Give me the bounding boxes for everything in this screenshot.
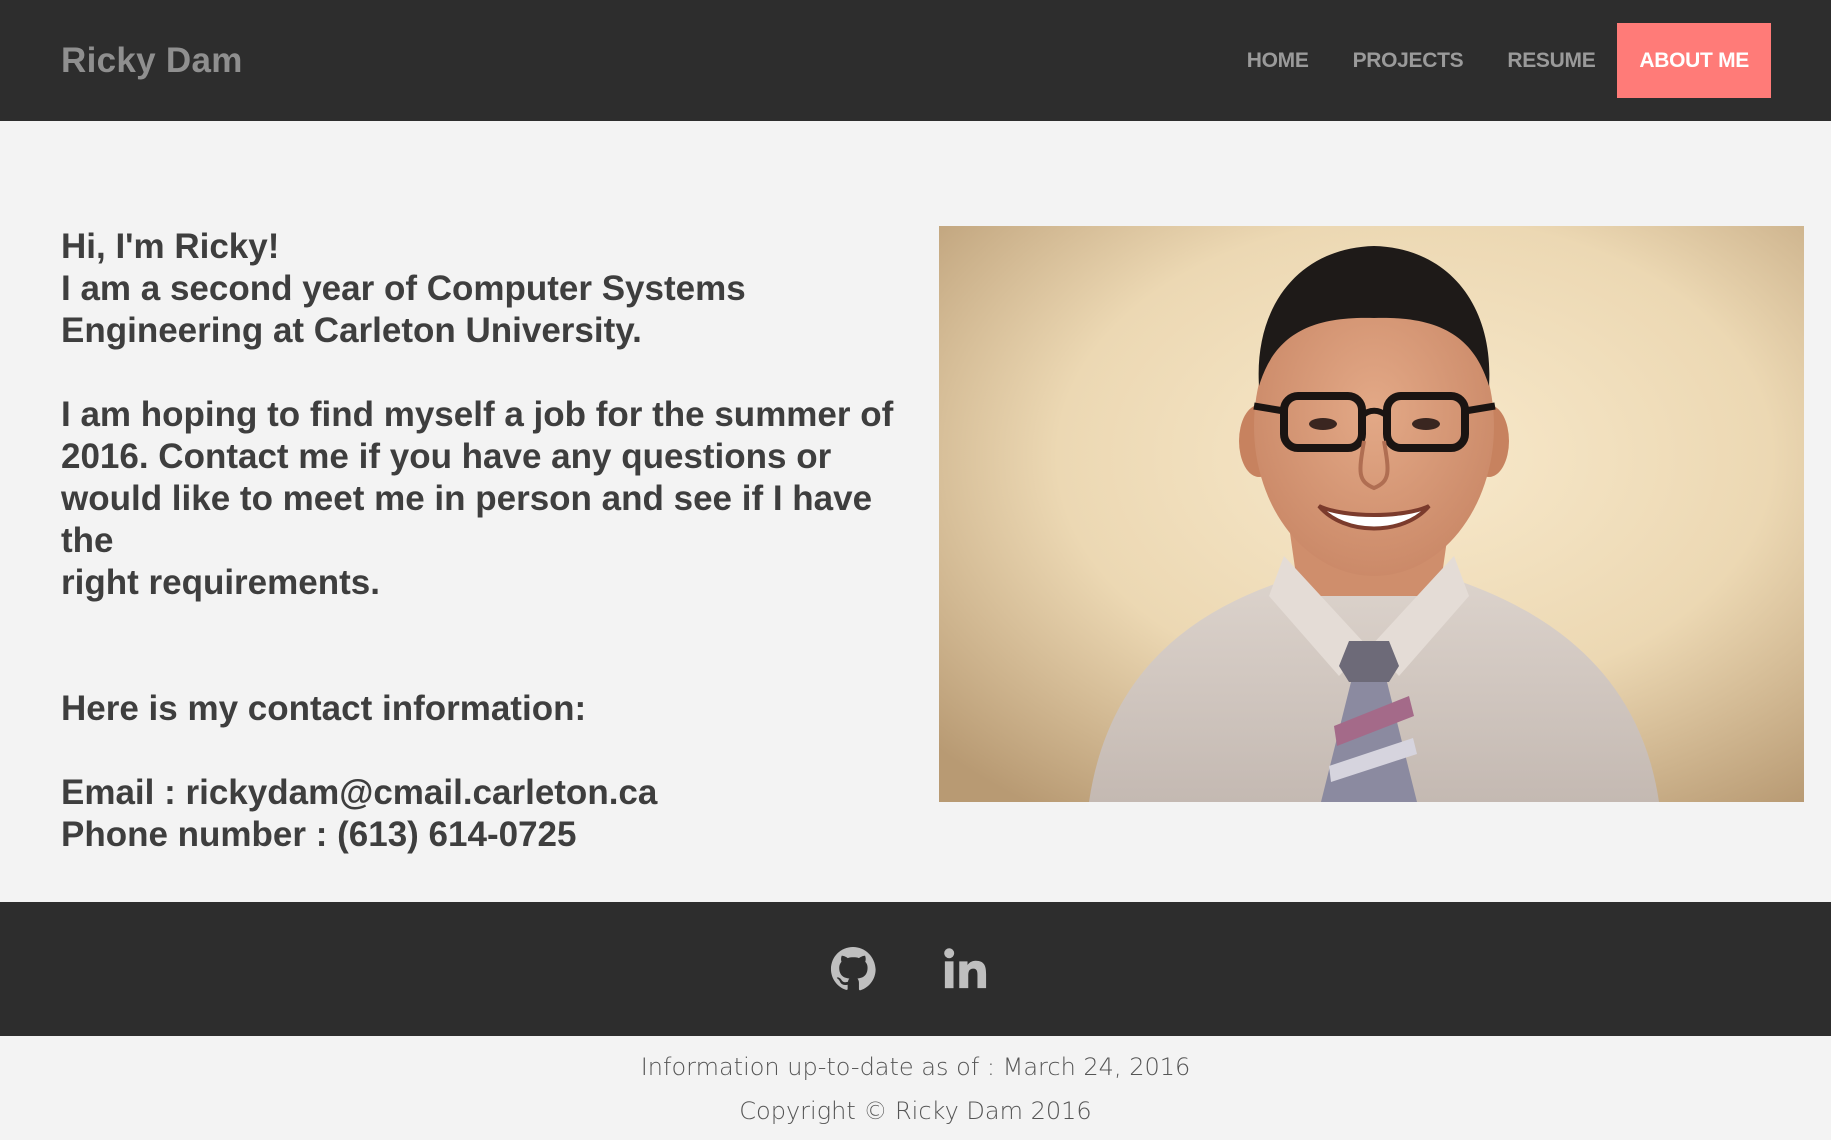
job-line: right requirements.: [61, 563, 380, 602]
job-line: would like to meet me in person and see …: [61, 479, 873, 560]
last-updated-text: Information up-to-date as of : March 24,…: [640, 1053, 1191, 1081]
job-line: 2016. Contact me if you have any questio…: [61, 437, 832, 476]
intro-line: Engineering at Carleton University.: [61, 311, 642, 350]
github-icon[interactable]: [830, 946, 876, 992]
nav-projects[interactable]: PROJECTS: [1331, 23, 1486, 98]
intro-line: I am a second year of Computer Systems: [61, 269, 746, 308]
nav-resume[interactable]: RESUME: [1485, 23, 1617, 98]
main-nav: HOME PROJECTS RESUME ABOUT ME: [1225, 23, 1771, 98]
copyright-text: Copyright © Ricky Dam 2016: [739, 1097, 1092, 1125]
phone-text: Phone number : (613) 614-0725: [61, 815, 577, 854]
social-links-bar: [0, 902, 1831, 1036]
nav-home[interactable]: HOME: [1225, 23, 1331, 98]
contact-heading: Here is my contact information:: [61, 689, 587, 728]
brand-logo[interactable]: Ricky Dam: [61, 41, 243, 81]
nav-about-me[interactable]: ABOUT ME: [1617, 23, 1771, 98]
greeting: Hi, I'm Ricky!: [61, 227, 280, 266]
job-line: I am hoping to find myself a job for the…: [61, 395, 894, 434]
site-header: Ricky Dam HOME PROJECTS RESUME ABOUT ME: [0, 0, 1831, 121]
linkedin-icon[interactable]: [942, 946, 988, 992]
intro-text: Hi, I'm Ricky! I am a second year of Com…: [61, 226, 911, 856]
email-text: Email : rickydam@cmail.carleton.ca: [61, 773, 658, 812]
portrait-illustration: [939, 226, 1804, 802]
footer-info: Information up-to-date as of : March 24,…: [0, 1036, 1831, 1140]
profile-photo: [939, 226, 1804, 802]
